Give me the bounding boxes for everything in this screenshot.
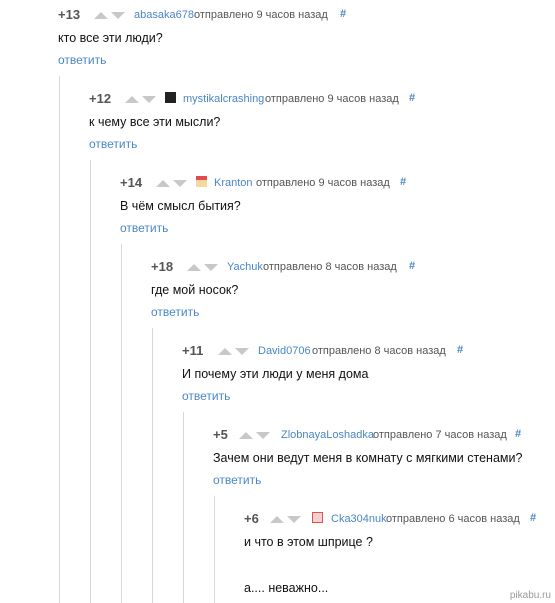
comment-timestamp: отправлено 8 часов назад (263, 261, 397, 273)
comment-author-link[interactable]: mystikalcrashing (183, 93, 264, 105)
thread-line (183, 412, 184, 603)
thread-line (152, 328, 153, 603)
upvote-icon[interactable] (94, 12, 108, 19)
comment-rating: +6 (244, 511, 259, 526)
comment-rating: +13 (58, 7, 81, 22)
comment-timestamp: отправлено 7 часов назад (373, 429, 507, 441)
downvote-icon[interactable] (111, 12, 125, 19)
comment-author-link[interactable]: abasaka678 (134, 9, 194, 21)
comment-rating: +11 (182, 343, 204, 358)
reply-link[interactable]: ответить (213, 473, 261, 487)
reply-link[interactable]: ответить (58, 53, 106, 67)
comment-permalink[interactable]: # (457, 344, 463, 356)
popcorn-avatar-icon (196, 176, 207, 187)
comment-text-continued: а.... неважно... (244, 581, 329, 595)
comment-timestamp: отправлено 9 часов назад (194, 9, 328, 21)
comment-permalink[interactable]: # (409, 92, 415, 104)
comment-permalink[interactable]: # (515, 428, 521, 440)
upvote-icon[interactable] (156, 180, 170, 187)
comment-text: и что в этом шприце ? (244, 535, 373, 549)
comment-text: где мой носок? (151, 283, 239, 297)
site-watermark: pikabu.ru (509, 590, 551, 601)
downvote-icon[interactable] (287, 516, 301, 523)
downvote-icon[interactable] (235, 348, 249, 355)
reply-link[interactable]: ответить (151, 305, 199, 319)
comment-rating: +14 (120, 175, 143, 190)
downvote-icon[interactable] (204, 264, 218, 271)
thread-line (214, 496, 215, 603)
downvote-icon[interactable] (142, 96, 156, 103)
comment-author-link[interactable]: Kranton (214, 177, 253, 189)
comment-permalink[interactable]: # (530, 512, 536, 524)
reply-link[interactable]: ответить (89, 137, 137, 151)
reply-link[interactable]: ответить (182, 389, 230, 403)
comment-rating: +12 (89, 91, 112, 106)
comment-text: В чём смысл бытия? (120, 199, 241, 213)
thread-line (59, 76, 60, 603)
comment-text: к чему все эти мысли? (89, 115, 221, 129)
comment-rating: +18 (151, 259, 174, 274)
comment-text: Зачем они ведут меня в комнату с мягкими… (213, 451, 523, 465)
reply-link[interactable]: ответить (120, 221, 168, 235)
comment-permalink[interactable]: # (340, 8, 346, 20)
upvote-icon[interactable] (270, 516, 284, 523)
thread-line (90, 160, 91, 603)
thread-line (121, 244, 122, 603)
comment-rating: +5 (213, 427, 228, 442)
upvote-icon[interactable] (125, 96, 139, 103)
comment-author-link[interactable]: ZlobnayaLoshadka (281, 429, 374, 441)
upvote-icon[interactable] (187, 264, 201, 271)
downvote-icon[interactable] (256, 432, 270, 439)
comment-author-link[interactable]: David0706 (258, 345, 311, 357)
dark-avatar-icon (165, 92, 176, 103)
upvote-icon[interactable] (218, 348, 232, 355)
comment-permalink[interactable]: # (409, 260, 415, 272)
red-square-avatar-icon (312, 512, 323, 523)
comment-timestamp: отправлено 9 часов назад (265, 93, 399, 105)
comment-text: И почему эти люди у меня дома (182, 367, 369, 381)
comment-timestamp: отправлено 9 часов назад (256, 177, 390, 189)
comment-permalink[interactable]: # (400, 176, 406, 188)
comment-author-link[interactable]: Yachuk (227, 261, 263, 273)
comment-author-link[interactable]: Cka304nuk (331, 513, 387, 525)
upvote-icon[interactable] (239, 432, 253, 439)
downvote-icon[interactable] (173, 180, 187, 187)
comment-text: кто все эти люди? (58, 31, 163, 45)
comment-timestamp: отправлено 6 часов назад (386, 513, 520, 525)
comment-timestamp: отправлено 8 часов назад (312, 345, 446, 357)
